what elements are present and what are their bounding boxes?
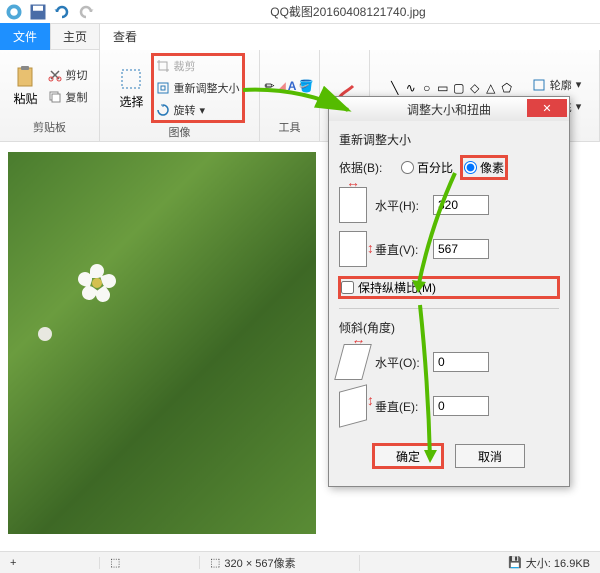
- resize-section-label: 重新调整大小: [339, 131, 559, 148]
- titlebar: QQ截图20160408121740.jpg: [0, 0, 600, 24]
- vertical-input[interactable]: [433, 239, 489, 259]
- clipboard-group-label: 剪贴板: [33, 117, 66, 137]
- paste-button[interactable]: 粘贴: [9, 60, 41, 111]
- flower-bud: [38, 327, 52, 341]
- undo-icon[interactable]: [52, 2, 72, 22]
- tab-file[interactable]: 文件: [0, 23, 50, 50]
- fill-icon[interactable]: 🪣: [298, 79, 313, 93]
- dialog-titlebar: 调整大小和扭曲 ✕: [329, 97, 569, 121]
- dimensions: 320 × 567像素: [224, 555, 295, 571]
- aspect-ratio-checkbox[interactable]: 保持纵横比(M): [339, 277, 559, 298]
- horizontal-icon: ↔: [339, 187, 367, 223]
- select-label: 选择: [119, 93, 143, 110]
- paste-label: 粘贴: [13, 90, 37, 107]
- radio-pixels[interactable]: 像素: [461, 156, 507, 179]
- canvas[interactable]: [8, 152, 316, 534]
- resize-button[interactable]: 重新调整大小: [154, 78, 242, 98]
- dialog-title: 调整大小和扭曲: [407, 101, 491, 118]
- tab-home[interactable]: 主页: [50, 23, 100, 50]
- image-group-label: 图像: [169, 122, 191, 142]
- skew-v-label: 垂直(E):: [375, 398, 425, 415]
- copy-button[interactable]: 复制: [46, 87, 90, 107]
- crop-button[interactable]: 裁剪: [154, 56, 242, 76]
- selection-icon: ⬚: [110, 556, 120, 569]
- save-icon[interactable]: [28, 2, 48, 22]
- dims-icon: ⬚: [210, 556, 220, 569]
- eraser-icon[interactable]: ◢: [277, 79, 286, 93]
- ok-button[interactable]: 确定: [373, 444, 443, 468]
- tab-bar: 文件 主页 查看: [0, 24, 600, 50]
- window-title: QQ截图20160408121740.jpg: [96, 3, 600, 20]
- app-icon: [4, 2, 24, 22]
- filesize: 大小: 16.9KB: [526, 555, 590, 571]
- cancel-button[interactable]: 取消: [455, 444, 525, 468]
- disk-icon: 💾: [508, 556, 522, 569]
- close-button[interactable]: ✕: [527, 99, 567, 117]
- outline-button[interactable]: 轮廓 ▾: [530, 75, 584, 95]
- skew-v-icon: ↔: [339, 384, 367, 428]
- tools-group-label: 工具: [279, 117, 301, 137]
- statusbar: + ⬚ ⬚ 320 × 567像素 💾 大小: 16.9KB: [0, 551, 600, 573]
- redo-icon[interactable]: [76, 2, 96, 22]
- cursor-indicator: +: [10, 557, 16, 569]
- skew-h-label: 水平(O):: [375, 354, 425, 371]
- tab-view[interactable]: 查看: [100, 23, 150, 50]
- skew-section-label: 倾斜(角度): [339, 319, 559, 336]
- cut-button[interactable]: 剪切: [46, 65, 90, 85]
- horizontal-label: 水平(H):: [375, 197, 425, 214]
- skew-h-icon: ↔: [334, 344, 372, 380]
- rotate-button[interactable]: 旋转 ▾: [154, 100, 242, 120]
- resize-dialog: 调整大小和扭曲 ✕ 重新调整大小 依据(B): 百分比 像素 ↔ 水平(H): …: [328, 96, 570, 487]
- pencil-icon[interactable]: ✏: [265, 79, 275, 93]
- skew-h-input[interactable]: [433, 352, 489, 372]
- vertical-icon: ↔: [339, 231, 367, 267]
- select-button[interactable]: 选择: [115, 63, 147, 114]
- text-icon[interactable]: A: [288, 79, 297, 93]
- vertical-label: 垂直(V):: [375, 241, 425, 258]
- skew-v-input[interactable]: [433, 396, 489, 416]
- horizontal-input[interactable]: [433, 195, 489, 215]
- radio-percent[interactable]: 百分比: [401, 159, 453, 176]
